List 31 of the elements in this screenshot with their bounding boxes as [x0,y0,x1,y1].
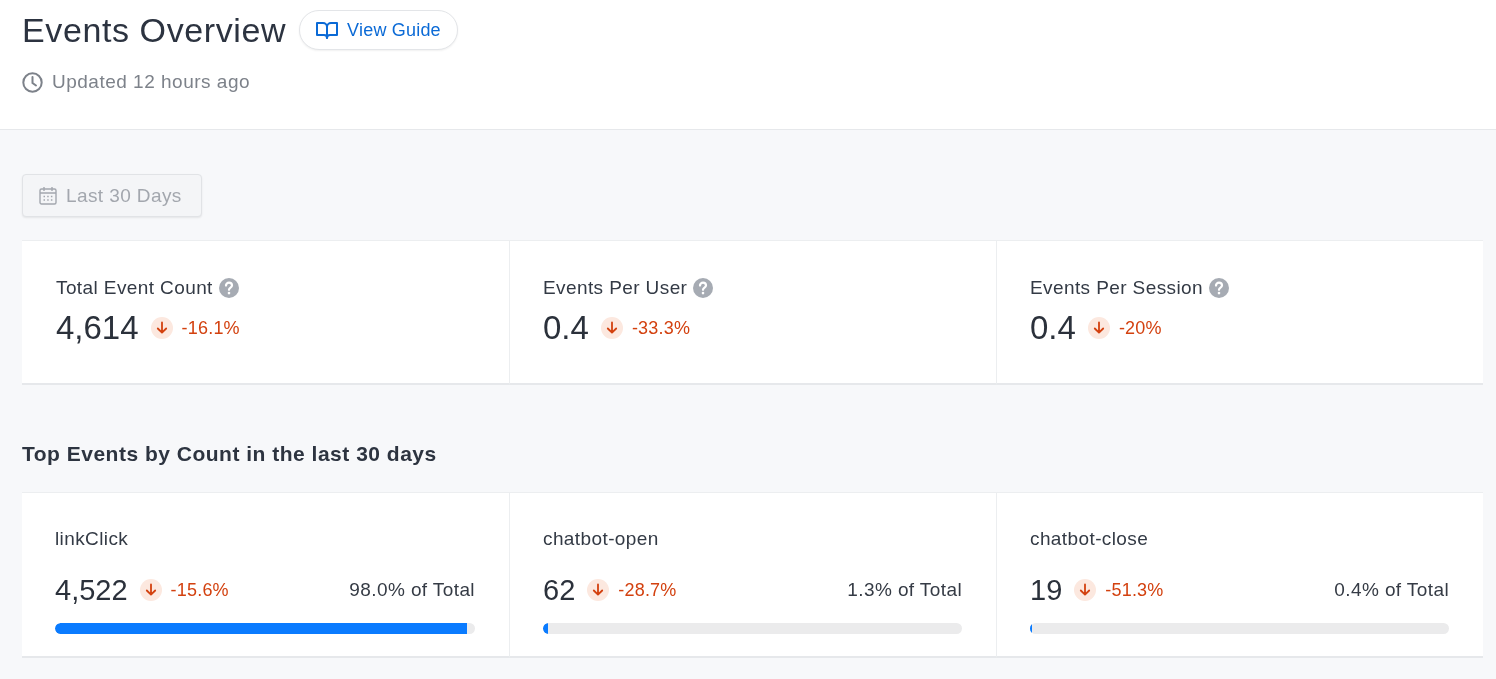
metric-value: 4,614 [56,308,139,348]
section-title: Top Events by Count in the last 30 days [22,442,437,466]
calendar-icon [39,186,57,205]
change-percent: -20% [1118,317,1162,339]
change-percent: -16.1% [181,317,240,339]
share-of-total: 1.3% of Total [847,579,962,601]
event-count: 4,522 [55,573,128,608]
event-name: chatbot-open [543,528,659,550]
help-icon[interactable] [693,278,714,298]
change-percent: -33.3% [631,317,691,339]
event-count: 19 [1030,573,1063,608]
event-name: linkClick [55,528,129,550]
updated-text: Updated 12 hours ago [52,71,251,93]
metric-label: Events Per Session [1030,277,1203,299]
metric-value: 0.4 [1030,308,1076,348]
share-of-total: 98.0% of Total [349,579,475,601]
help-icon[interactable] [1209,278,1229,298]
metric-label: Total Event Count [56,277,213,299]
metric-value: 0.4 [543,308,589,348]
change-percent: -51.3% [1105,579,1164,601]
event-count: 62 [543,573,576,608]
change-percent: -28.7% [618,579,677,601]
page-title: Events Overview [22,10,287,50]
change-percent: -15.6% [170,579,229,601]
clock-icon [22,71,43,93]
share-of-total: 0.4% of Total [1334,579,1449,601]
book-icon [316,21,339,39]
event-name: chatbot-close [1030,528,1149,550]
help-icon[interactable] [218,278,239,298]
view-guide-button[interactable]: View Guide [299,10,458,50]
metric-label: Events Per User [543,277,688,299]
